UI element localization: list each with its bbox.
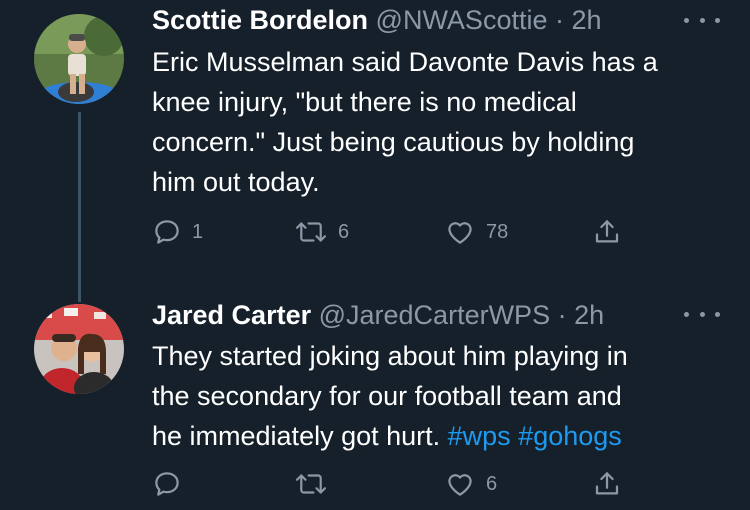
timestamp[interactable]: 2h bbox=[572, 5, 602, 35]
retweet-icon bbox=[295, 474, 327, 494]
share-button[interactable] bbox=[592, 214, 622, 250]
like-button[interactable]: 78 bbox=[444, 214, 508, 250]
reply-button[interactable]: 1 bbox=[152, 214, 203, 250]
separator: · bbox=[557, 300, 567, 330]
author-handle[interactable]: @JaredCarterWPS bbox=[319, 300, 550, 330]
tweet-text-line: knee injury, "but there is no medical bbox=[152, 87, 577, 117]
author-name[interactable]: Scottie Bordelon bbox=[152, 5, 368, 35]
tweet-text-line: he immediately got hurt. #wps #gohogs bbox=[152, 416, 732, 456]
tweet-text-line: him out today. bbox=[152, 167, 320, 197]
like-icon bbox=[448, 474, 472, 496]
tweet-header: Scottie Bordelon @NWAScottie · 2h bbox=[152, 3, 602, 37]
hashtag-link[interactable]: #gohogs bbox=[518, 421, 622, 451]
tweet[interactable]: Scottie Bordelon @NWAScottie · 2h Eric M… bbox=[0, 0, 750, 302]
tweet-header: Jared Carter @JaredCarterWPS · 2h bbox=[152, 298, 604, 332]
avatar[interactable] bbox=[34, 304, 124, 394]
like-button[interactable]: 6 bbox=[444, 466, 497, 502]
like-count: 78 bbox=[486, 220, 509, 243]
tweet-text: Eric Musselman said Davonte Davis has a … bbox=[152, 42, 732, 202]
tweet[interactable]: Jared Carter @JaredCarterWPS · 2h They s… bbox=[0, 290, 750, 510]
like-icon bbox=[448, 222, 472, 244]
tweet-text-line: They started joking about him playing in bbox=[152, 341, 628, 371]
reply-count: 1 bbox=[192, 220, 204, 243]
tweet-text-line: concern." Just being cautious by holding bbox=[152, 127, 635, 157]
author-name[interactable]: Jared Carter bbox=[152, 300, 311, 330]
retweet-icon bbox=[295, 222, 327, 242]
tweet-text-line: Eric Musselman said Davonte Davis has a bbox=[152, 47, 658, 77]
reply-icon bbox=[155, 472, 179, 496]
hashtag-link[interactable]: #wps bbox=[448, 421, 511, 451]
tweet-actions: 1 6 78 bbox=[152, 214, 632, 250]
author-handle[interactable]: @NWAScottie bbox=[376, 5, 548, 35]
reply-button[interactable] bbox=[152, 466, 192, 502]
retweet-count: 6 bbox=[338, 220, 350, 243]
retweet-button[interactable] bbox=[294, 466, 338, 502]
timestamp[interactable]: 2h bbox=[574, 300, 604, 330]
share-icon bbox=[595, 472, 619, 495]
tweet-text-segment: he immediately got hurt. bbox=[152, 421, 441, 451]
thread-connector-line bbox=[78, 112, 81, 302]
tweet-text: They started joking about him playing in… bbox=[152, 336, 732, 456]
more-options-icon[interactable] bbox=[684, 10, 720, 30]
tweet-text-line: the secondary for our football team and bbox=[152, 381, 622, 411]
avatar[interactable] bbox=[34, 14, 124, 104]
like-count: 6 bbox=[486, 472, 498, 495]
reply-icon bbox=[155, 220, 179, 244]
separator: · bbox=[555, 5, 564, 35]
more-options-icon[interactable] bbox=[684, 304, 720, 324]
share-button[interactable] bbox=[592, 466, 622, 502]
share-icon bbox=[595, 220, 619, 243]
tweet-actions: 6 bbox=[152, 466, 632, 502]
retweet-button[interactable]: 6 bbox=[294, 214, 349, 250]
